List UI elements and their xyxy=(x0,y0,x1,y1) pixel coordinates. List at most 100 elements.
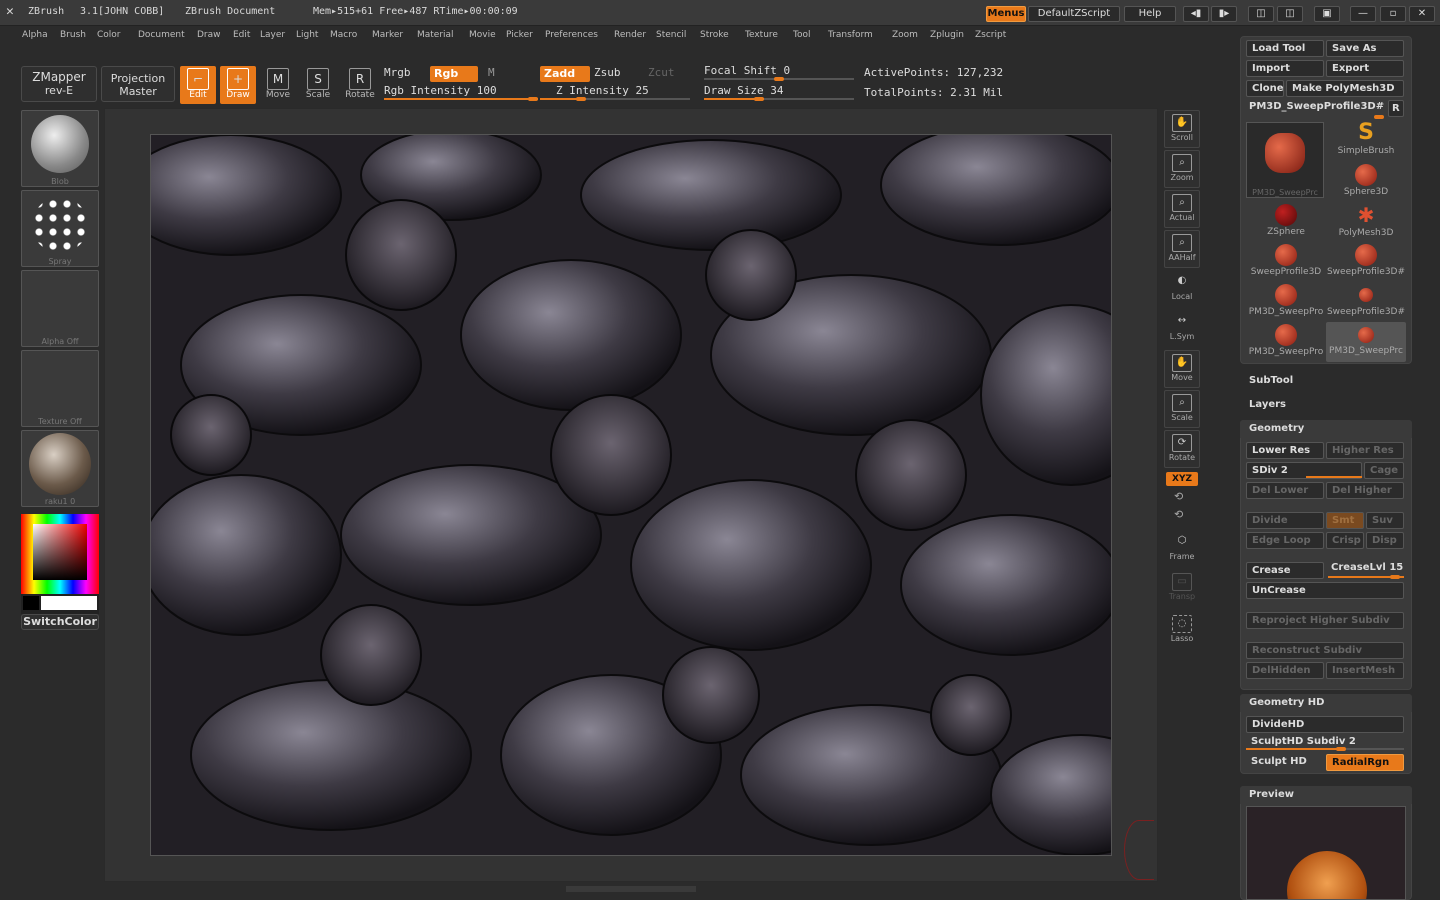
minimize-icon[interactable]: — xyxy=(1350,6,1376,22)
z-intensity-slider[interactable]: Z Intensity 25 xyxy=(556,84,649,97)
load-tool-button[interactable]: Load Tool xyxy=(1246,40,1324,57)
layout-next-icon[interactable]: ▮▸ xyxy=(1211,6,1237,22)
projection-master-button[interactable]: Projection Master xyxy=(101,66,175,102)
reconstruct-button[interactable]: Reconstruct Subdiv xyxy=(1246,642,1404,659)
secondary-color-swatch[interactable] xyxy=(23,596,39,610)
menu-material[interactable]: Material xyxy=(417,30,454,40)
document-canvas[interactable] xyxy=(150,134,1112,856)
lasso-button[interactable]: ◌ Lasso xyxy=(1164,612,1200,650)
crisp-button[interactable]: Crisp xyxy=(1326,532,1364,549)
z-axis-icon[interactable]: ⟲ xyxy=(1174,508,1183,521)
menu-render[interactable]: Render xyxy=(614,30,646,40)
subtool-section[interactable]: SubTool xyxy=(1240,372,1412,390)
edit-button[interactable]: ⌐ Edit xyxy=(180,66,216,104)
menu-preferences[interactable]: Preferences xyxy=(545,30,598,40)
lower-res-button[interactable]: Lower Res xyxy=(1246,442,1324,459)
layers-section[interactable]: Layers xyxy=(1240,396,1412,414)
delhidden-button[interactable]: DelHidden xyxy=(1246,662,1324,679)
menu-draw[interactable]: Draw xyxy=(197,30,221,40)
scroll-button[interactable]: ✋ Scroll xyxy=(1164,110,1200,148)
z-intensity-track[interactable] xyxy=(540,97,690,101)
zmapper-button[interactable]: ZMapper rev-E xyxy=(21,66,97,102)
export-button[interactable]: Export xyxy=(1326,60,1404,77)
xyz-button[interactable]: XYZ xyxy=(1166,472,1198,486)
preview-section[interactable]: Preview xyxy=(1240,786,1412,804)
geometry-section[interactable]: Geometry xyxy=(1240,420,1412,438)
shelf-rotate-button[interactable]: ⟳ Rotate xyxy=(1164,430,1200,468)
menu-macro[interactable]: Macro xyxy=(330,30,357,40)
lsym-button[interactable]: ↔ L.Sym xyxy=(1164,310,1200,348)
menu-zscript[interactable]: Zscript xyxy=(975,30,1006,40)
ui-left-icon[interactable]: ◫ xyxy=(1248,6,1274,22)
tool-sphere3d[interactable]: Sphere3D xyxy=(1326,162,1406,202)
menu-transform[interactable]: Transform xyxy=(828,30,873,40)
save-as-button[interactable]: Save As xyxy=(1326,40,1404,57)
tool-simplebrush[interactable]: S SimpleBrush xyxy=(1326,120,1406,160)
del-higher-button[interactable]: Del Higher xyxy=(1326,482,1404,499)
menu-edit[interactable]: Edit xyxy=(233,30,250,40)
import-button[interactable]: Import xyxy=(1246,60,1324,77)
move-button[interactable]: M Move xyxy=(260,66,296,104)
active-tool-thumb[interactable]: PM3D_SweepPrc xyxy=(1246,122,1324,198)
switch-color-button[interactable]: SwitchColor xyxy=(21,614,99,630)
frame-button[interactable]: ⬡ Frame xyxy=(1164,530,1200,568)
m-button[interactable]: M xyxy=(488,66,495,79)
help-button[interactable]: Help xyxy=(1124,6,1176,22)
close-icon[interactable]: ✕ xyxy=(1409,6,1435,22)
del-lower-button[interactable]: Del Lower xyxy=(1246,482,1324,499)
menu-color[interactable]: Color xyxy=(97,30,121,40)
sculpthd-subdiv-track[interactable] xyxy=(1246,747,1404,751)
rgb-button[interactable]: Rgb xyxy=(430,66,478,82)
y-axis-icon[interactable]: ⟲ xyxy=(1174,490,1183,503)
zcut-button[interactable]: Zcut xyxy=(648,66,675,79)
tool-sweepprofile3d-copy2[interactable]: SweepProfile3D# xyxy=(1326,282,1406,322)
tool-pm3d-sweep-b[interactable]: PM3D_SweepPro xyxy=(1246,322,1326,362)
radialrgn-toggle[interactable]: RadialRgn xyxy=(1326,754,1404,771)
scale-button[interactable]: S Scale xyxy=(300,66,336,104)
lock-icon[interactable]: ▣ xyxy=(1314,6,1340,22)
transp-button[interactable]: ▭ Transp xyxy=(1164,570,1200,608)
menu-picker[interactable]: Picker xyxy=(506,30,533,40)
bottom-tray-handle[interactable] xyxy=(566,886,696,892)
shelf-move-button[interactable]: ✋ Move xyxy=(1164,350,1200,388)
rotate-button[interactable]: R Rotate xyxy=(342,66,378,104)
local-button[interactable]: ◐ Local xyxy=(1164,270,1200,308)
edge-loop-button[interactable]: Edge Loop xyxy=(1246,532,1324,549)
preview-window[interactable] xyxy=(1246,806,1406,900)
menu-movie[interactable]: Movie xyxy=(469,30,496,40)
draw-button[interactable]: + Draw xyxy=(220,66,256,104)
restore-icon[interactable]: ▫ xyxy=(1380,6,1406,22)
geometry-hd-section[interactable]: Geometry HD xyxy=(1240,694,1412,712)
mrgb-button[interactable]: Mrgb xyxy=(384,66,411,79)
focal-shift-slider[interactable]: Focal Shift 0 xyxy=(704,64,790,77)
zoom-gizmo[interactable] xyxy=(1124,820,1154,880)
rgb-intensity-slider[interactable]: Rgb Intensity 100 xyxy=(384,84,497,97)
suv-toggle[interactable]: Suv xyxy=(1366,512,1404,529)
make-polymesh-button[interactable]: Make PolyMesh3D xyxy=(1286,80,1404,97)
tool-pm3d-sweep-a[interactable]: PM3D_SweepPro xyxy=(1246,282,1326,322)
smt-toggle[interactable]: Smt xyxy=(1326,512,1364,529)
tool-sweepprofile3d[interactable]: SweepProfile3D xyxy=(1246,242,1326,282)
insertmesh-button[interactable]: InsertMesh xyxy=(1326,662,1404,679)
disp-slider[interactable]: Disp xyxy=(1366,532,1404,549)
menu-layer[interactable]: Layer xyxy=(260,30,285,40)
draw-size-slider[interactable]: Draw Size 34 xyxy=(704,84,783,97)
sdiv-track[interactable] xyxy=(1306,476,1362,478)
actual-button[interactable]: ⌕ Actual xyxy=(1164,190,1200,228)
menu-brush[interactable]: Brush xyxy=(60,30,86,40)
reproject-button[interactable]: Reproject Higher Subdiv xyxy=(1246,612,1404,629)
aahalf-button[interactable]: ⌕ AAHalf xyxy=(1164,230,1200,268)
menu-light[interactable]: Light xyxy=(296,30,318,40)
focal-shift-track[interactable] xyxy=(704,77,854,81)
stroke-thumb[interactable]: Spray xyxy=(21,190,99,267)
menu-stroke[interactable]: Stroke xyxy=(700,30,729,40)
zoom-button[interactable]: ⌕ Zoom xyxy=(1164,150,1200,188)
menu-texture[interactable]: Texture xyxy=(745,30,778,40)
tool-pm3d-sweep-c[interactable]: PM3D_SweepPrc xyxy=(1326,322,1406,362)
shelf-scale-button[interactable]: ⌕ Scale xyxy=(1164,390,1200,428)
tool-polymesh3d[interactable]: ✱ PolyMesh3D xyxy=(1326,202,1406,242)
reset-tool-button[interactable]: R xyxy=(1388,100,1404,117)
alpha-thumb[interactable]: Alpha Off xyxy=(21,270,99,347)
cage-button[interactable]: Cage xyxy=(1364,462,1404,479)
zadd-button[interactable]: Zadd xyxy=(540,66,590,82)
